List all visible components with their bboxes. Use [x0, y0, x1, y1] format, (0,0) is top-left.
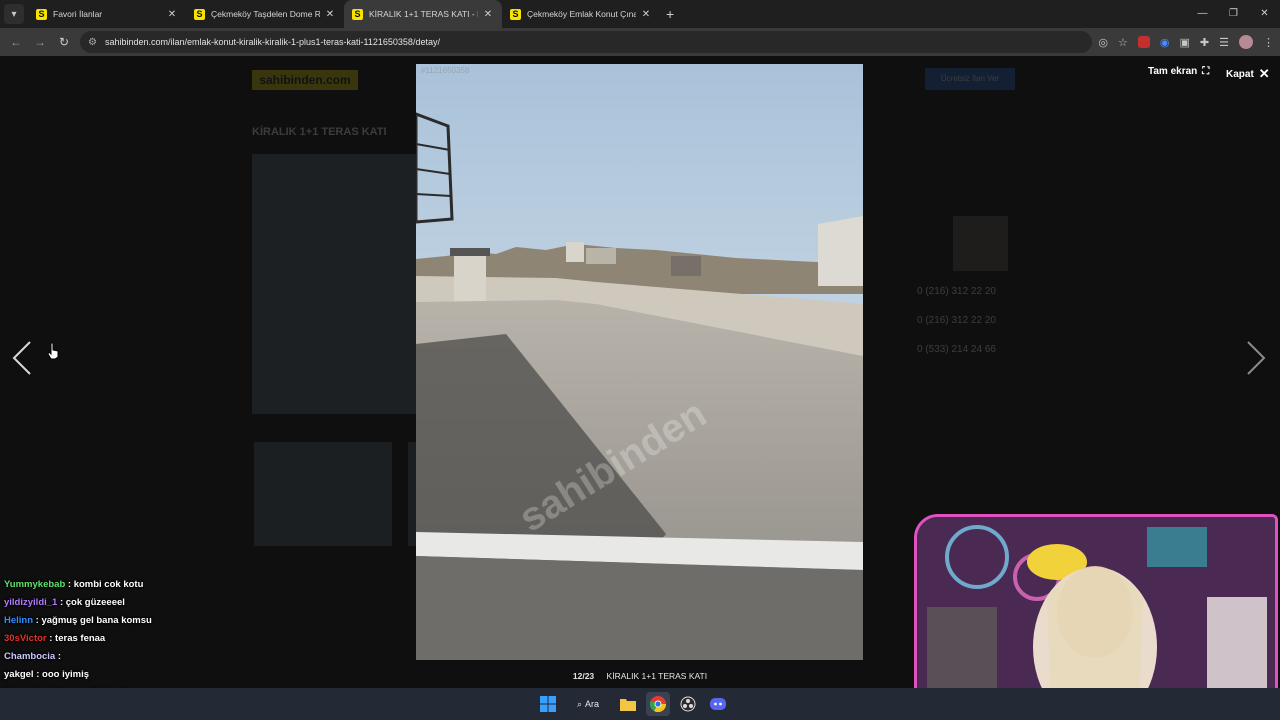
previous-photo-arrow-icon[interactable] — [10, 340, 34, 376]
start-button[interactable] — [536, 692, 560, 716]
chat-message: 30sVictor : teras fenaa — [4, 630, 264, 648]
window-close-icon[interactable]: ✕ — [1249, 0, 1280, 28]
reload-icon[interactable]: ↻ — [52, 35, 76, 49]
chat-text: : yağmuş gel bana komsu — [33, 615, 152, 626]
chrome-icon — [650, 696, 666, 712]
browser-tab[interactable]: S Çekmeköy Taşdelen Dome Resi ✕ — [186, 0, 344, 28]
windows-logo-icon — [540, 696, 556, 712]
windows-taskbar: ⌕ Ara — [0, 688, 1280, 720]
photo-id: #1121650358 — [421, 66, 470, 75]
tab-title: KİRALIK 1+1 TERAS KATI - Kiral — [369, 9, 478, 19]
browser-toolbar: ← → ↻ ⚙ sahibinden.com/ilan/emlak-konut-… — [0, 28, 1280, 56]
seller-phone: 0 (216) 312 22 20 — [917, 286, 996, 297]
obs-taskbar-button[interactable] — [676, 692, 700, 716]
new-tab-button[interactable]: + — [666, 6, 674, 22]
browser-tab-bar: ▾ S Favori İlanlar ✕ S Çekmeköy Taşdelen Dom… — [0, 0, 1280, 28]
address-bar[interactable]: ⚙ sahibinden.com/ilan/emlak-konut-kirali… — [80, 31, 1092, 53]
close-viewer-button[interactable]: Kapat ✕ — [1226, 66, 1270, 82]
bookmark-star-icon[interactable]: ☆ — [1118, 36, 1128, 49]
seller-phone: 0 (533) 214 24 66 — [917, 344, 996, 355]
tab-search-menu-button[interactable]: ▾ — [4, 4, 24, 24]
seller-phone: 0 (216) 312 22 20 — [917, 315, 996, 326]
chat-message: Yummykebab : kombi cok kotu — [4, 576, 264, 594]
tab-close-icon[interactable]: ✕ — [482, 9, 494, 20]
chat-text: : ooo iyimiş — [33, 669, 90, 680]
fullscreen-icon: ⛶ — [1202, 66, 1210, 77]
tab-title: Çekmeköy Taşdelen Dome Resi — [211, 9, 320, 19]
url-text: sahibinden.com/ilan/emlak-konut-kiralik-… — [104, 37, 440, 47]
chat-username: yakgel — [4, 669, 34, 680]
extensions-puzzle-icon[interactable]: ✚ — [1200, 36, 1209, 49]
tab-favicon-icon: S — [352, 8, 363, 20]
hand-cursor-icon — [47, 342, 59, 360]
taskbar-search-label: Ara — [585, 699, 600, 709]
tab-favicon-icon: S — [510, 8, 521, 20]
back-icon[interactable]: ← — [4, 35, 28, 49]
chat-username: 30sVictor — [4, 633, 47, 644]
listing-thumbnail — [254, 442, 392, 546]
taskbar-search-button[interactable]: ⌕ Ara — [566, 692, 610, 716]
site-logo: sahibinden.com — [252, 70, 358, 90]
chat-username: Yummykebab — [4, 579, 66, 590]
chat-message: Helinn : yağmuş gel bana komsu — [4, 612, 264, 630]
forward-icon[interactable]: → — [28, 35, 52, 49]
discord-icon — [710, 698, 726, 710]
listing-photo: #1121650358 sahibinden — [416, 64, 863, 660]
chat-message: yildizyildi_1 : çok güzeeeel — [4, 594, 264, 612]
media-queue-icon[interactable]: ☰ — [1219, 36, 1229, 49]
tab-title: Favori İlanlar — [53, 9, 103, 19]
fullscreen-button[interactable]: Tam ekran ⛶ — [1148, 66, 1209, 77]
eye-off-icon[interactable]: ◎ — [1098, 36, 1108, 49]
seller-avatar — [953, 216, 1008, 271]
photo-caption: KİRALIK 1+1 TERAS KATI — [606, 671, 708, 681]
terrace-photo: sahibinden — [416, 64, 863, 660]
minimize-icon[interactable]: — — [1187, 0, 1218, 28]
tab-close-icon[interactable]: ✕ — [640, 9, 652, 20]
chat-username: yildizyildi_1 — [4, 597, 58, 608]
tab-close-icon[interactable]: ✕ — [324, 9, 336, 20]
chrome-taskbar-button[interactable] — [646, 692, 670, 716]
restore-icon[interactable]: ❐ — [1218, 0, 1249, 28]
listing-title: KİRALIK 1+1 TERAS KATI — [252, 126, 387, 138]
file-explorer-button[interactable] — [616, 692, 640, 716]
toolbar-actions: ◎ ☆ ◉ ▣ ✚ ☰ ⋮ — [1098, 28, 1274, 56]
listing-main-photo — [252, 154, 417, 414]
extension-sound-icon[interactable]: ◉ — [1160, 36, 1170, 49]
chat-text: : teras fenaa — [46, 633, 106, 644]
tab-favicon-icon: S — [194, 8, 205, 20]
browser-tab[interactable]: S Çekmeköy Emlak Konut Çınarke ✕ — [502, 0, 660, 28]
post-listing-button: Ücretsiz İlan Ver — [925, 68, 1015, 90]
chat-username: Helinn — [4, 615, 34, 626]
browser-tab[interactable]: S KİRALIK 1+1 TERAS KATI - Kiral ✕ — [344, 0, 502, 28]
fullscreen-label: Tam ekran — [1148, 66, 1198, 77]
chat-text: : — [55, 651, 62, 662]
chat-message: yakgel : ooo iyimiş — [4, 666, 264, 684]
search-icon: ⌕ — [576, 698, 583, 709]
obs-icon — [680, 696, 696, 712]
next-photo-arrow-icon[interactable] — [1244, 340, 1268, 376]
extension-icon[interactable]: ▣ — [1180, 36, 1190, 49]
photo-index: 12/23 — [572, 671, 595, 681]
window-controls: — ❐ ✕ — [1187, 0, 1280, 28]
chat-message: Chambocia : — [4, 648, 264, 666]
tab-favicon-icon: S — [36, 8, 47, 20]
extension-red-icon[interactable] — [1137, 36, 1150, 48]
discord-taskbar-button[interactable] — [706, 692, 730, 716]
close-label: Kapat — [1226, 68, 1254, 80]
site-info-icon[interactable]: ⚙ — [88, 37, 97, 48]
profile-avatar[interactable] — [1239, 35, 1253, 49]
more-menu-icon[interactable]: ⋮ — [1263, 36, 1274, 49]
tab-close-icon[interactable]: ✕ — [166, 9, 178, 20]
chat-text: : çok güzeeeel — [57, 597, 125, 608]
folder-icon — [620, 699, 636, 711]
chat-text: : kombi cok kotu — [65, 579, 144, 590]
webcam-feed — [917, 517, 1275, 717]
close-icon: ✕ — [1258, 66, 1270, 81]
chat-username: Chambocia — [4, 651, 56, 662]
tab-title: Çekmeköy Emlak Konut Çınarke — [527, 9, 636, 19]
browser-tab[interactable]: S Favori İlanlar ✕ — [28, 0, 186, 28]
